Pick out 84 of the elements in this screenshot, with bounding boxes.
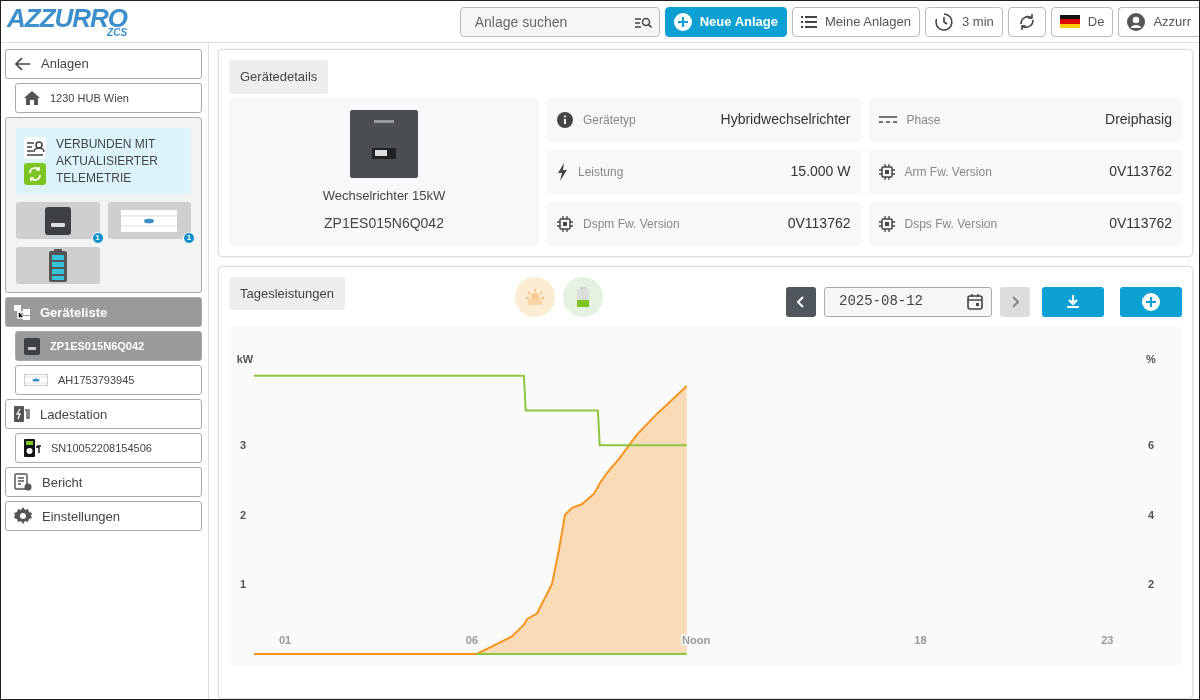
clock-icon	[934, 11, 954, 32]
field-value: 0V113762	[787, 214, 851, 233]
search-field[interactable]: Anlage suchen	[459, 6, 660, 37]
nav-item[interactable]: Einstellungen	[5, 501, 202, 532]
tick-label: 6	[1147, 438, 1155, 451]
field-label: Leistung	[578, 163, 624, 181]
add-button[interactable]	[1120, 286, 1182, 317]
section-title: Tagesleistungen	[229, 276, 345, 310]
field-label: Dspm Fw. Version	[583, 215, 680, 233]
field-value: Hybridwechselrichter	[720, 110, 851, 129]
calendar-icon	[967, 293, 983, 310]
tree-icon	[14, 304, 30, 321]
chip-icon	[878, 215, 895, 232]
sun-icon	[524, 287, 545, 306]
toolbar-button[interactable]: Meine Anlagen	[792, 6, 920, 37]
sun-toggle[interactable]	[514, 276, 555, 317]
device-item[interactable]: SN10052208154506	[15, 433, 202, 464]
tick-label: 23	[1101, 633, 1114, 646]
user-icon	[1127, 12, 1146, 31]
axis-label: %	[1146, 352, 1156, 365]
tick-label: 2	[1147, 577, 1155, 590]
search-icon	[634, 15, 652, 29]
chevron-right-icon	[1011, 295, 1019, 308]
meter-icon	[121, 209, 178, 232]
field-label: Phase	[906, 111, 941, 129]
toolbar-button[interactable]	[1007, 6, 1046, 37]
device-name: Wechselrichter 15kW	[322, 186, 446, 205]
nav-item[interactable]: Bericht	[5, 467, 202, 498]
gear-icon	[14, 507, 32, 526]
chip-icon	[557, 215, 573, 232]
previous-day-button[interactable]	[786, 286, 816, 317]
list-icon	[801, 13, 817, 30]
tick-label: 01	[278, 633, 292, 646]
tick-label: 2	[239, 508, 247, 521]
nav-item[interactable]: Ladestation	[5, 399, 202, 430]
flag-icon	[1059, 15, 1080, 28]
axis-label: kW	[236, 352, 254, 365]
device-tile[interactable]	[16, 247, 100, 285]
chip-icon	[878, 163, 895, 180]
field-value: Dreiphasig	[1105, 110, 1172, 129]
plus-icon	[673, 12, 692, 31]
profile-card-icon	[24, 137, 46, 160]
tick-label: 4	[1147, 508, 1155, 521]
date-field[interactable]: 2025-08-12	[824, 286, 992, 317]
home-icon	[24, 90, 40, 106]
info-icon	[557, 111, 573, 128]
charging-station-icon	[14, 406, 30, 423]
field-label: Gerätetyp	[583, 111, 636, 129]
inverter-icon	[24, 337, 40, 355]
section-title: Gerätedetails	[229, 60, 329, 94]
tick-label: 06	[465, 633, 479, 646]
plant-item[interactable]: 1230 HUB Wien	[15, 83, 202, 113]
field-label: Dsps Fw. Version	[904, 215, 998, 233]
status-text: VERBUNDEN MIT AKTUALISIERTER TELEMETRIE	[56, 136, 159, 187]
field-value: 15.000 W	[790, 162, 851, 181]
download-icon	[1066, 294, 1080, 309]
field-label: Arm Fw. Version	[904, 163, 992, 181]
ev-charger-icon	[24, 439, 41, 458]
tick-label: 3	[239, 438, 247, 451]
tick-label: 18	[914, 633, 927, 646]
field-value: 0V113762	[1109, 162, 1172, 181]
inverter-drawing	[350, 109, 418, 178]
toolbar-button[interactable]: De	[1050, 6, 1114, 37]
chevron-left-icon	[797, 295, 805, 308]
battery-icon	[576, 286, 589, 307]
device-item[interactable]: AH1753793945	[15, 365, 202, 396]
download-button[interactable]	[1042, 286, 1104, 317]
toolbar-button[interactable]: 3 min	[925, 6, 1003, 37]
sync-icon	[24, 163, 46, 186]
meter-icon	[24, 374, 48, 387]
arrow-left-icon	[14, 56, 31, 72]
inverter-icon	[44, 206, 71, 235]
serial-number: ZP1ES015N6Q042	[324, 214, 444, 233]
count-badge: 1	[91, 232, 104, 245]
tick-label: 1	[239, 577, 247, 590]
field-value: 0V113762	[1109, 214, 1172, 233]
count-badge: 1	[183, 232, 195, 245]
bolt-icon	[557, 162, 568, 181]
report-icon	[14, 473, 32, 492]
phase-icon	[878, 115, 897, 124]
back-link[interactable]: Anlagen	[5, 49, 202, 79]
toolbar-button[interactable]: Azzurr	[1118, 6, 1199, 37]
battery-icon	[48, 249, 67, 283]
plus-icon	[1142, 292, 1160, 311]
